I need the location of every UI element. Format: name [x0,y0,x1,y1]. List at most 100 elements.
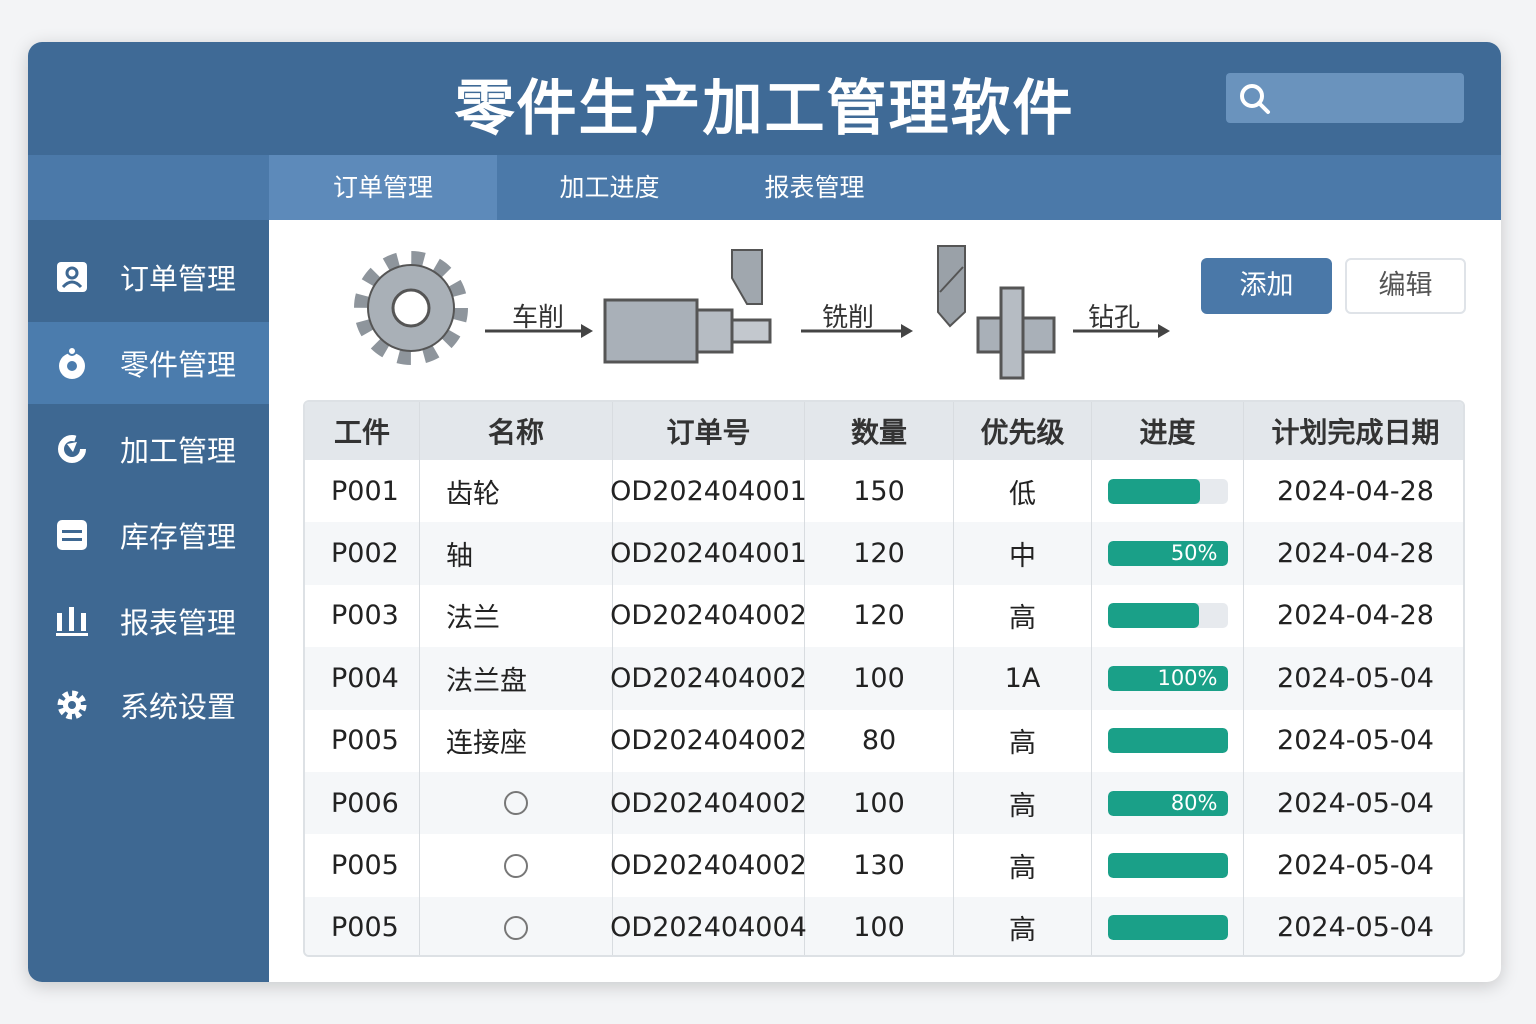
progress-cell [1092,834,1244,897]
id-cell: P004 [305,647,420,710]
column-header[interactable]: 数量 [805,402,954,460]
priority-cell: 低 [954,460,1092,523]
flange-part-icon [976,286,1056,380]
order-cell: OD202404002 [610,834,807,897]
progress-cell [1092,460,1244,523]
progress-bar [1107,853,1228,879]
column-header[interactable]: 计划完成日期 [1244,402,1463,460]
column-header[interactable]: 订单号 [613,402,805,460]
table-row[interactable]: P004 法兰盘 OD202404002 100 1A 100% 2024-05-04 [305,647,1463,710]
priority-cell: 高 [954,896,1092,955]
qty-cell: 100 [805,647,954,710]
progress-cell: 80% [1092,772,1244,835]
table-header: 工件 名称 订单号 数量 优先级 进度 计划完成日期 [305,402,1463,460]
progress-fill [1107,728,1228,754]
sidebar-item-settings[interactable]: 系统设置 [28,664,269,746]
name-cell: 轴 [420,522,613,585]
name-cell: 连接座 [420,709,613,772]
progress-bar [1107,478,1228,504]
table-row[interactable]: P001 齿轮 OD202404001 150 低 2024-04-28 [305,460,1463,523]
sidebar-item-processing[interactable]: 加工管理 [28,408,269,490]
column-header[interactable]: 工件 [305,402,420,460]
progress-fill [1107,603,1199,629]
parts-table: 工件 名称 订单号 数量 优先级 进度 计划完成日期 P001 齿轮 OD202404001 15… [303,400,1465,957]
id-cell: P003 [305,584,420,648]
table-row[interactable]: P005 OD202404004 100 高 2024-05-04 [305,896,1463,955]
circle-icon [504,915,528,940]
id-cell: P005 [305,834,420,897]
priority-cell: 高 [954,709,1092,772]
order-cell: OD202404002 [610,584,807,648]
circle-icon [504,853,528,878]
sidebar-item-inventory[interactable]: 库存管理 [28,494,269,576]
priority-cell: 高 [954,834,1092,897]
sidebar-item-label: 加工管理 [120,434,237,468]
qty-cell: 80 [805,709,954,772]
qty-cell: 150 [805,460,954,523]
date-cell: 2024-04-28 [1277,475,1434,507]
progress-fill [1107,915,1228,941]
progress-cell: 50% [1092,522,1244,585]
gear-blank-icon [354,251,468,365]
process-cycle-icon [54,431,90,467]
priority-cell: 高 [954,772,1092,835]
order-cell: OD202404004 [610,896,807,955]
progress-cell [1092,709,1244,772]
name-cell: 法兰盘 [420,647,613,710]
date-cell: 2024-05-04 [1277,725,1434,757]
date-cell: 2024-05-04 [1277,662,1434,694]
column-header[interactable]: 进度 [1092,402,1244,460]
qty-cell: 130 [805,834,954,897]
order-cell: OD202404001 [610,522,807,585]
qty-cell: 100 [805,772,954,835]
qty-cell: 120 [805,522,954,585]
date-cell: 2024-04-28 [1277,600,1434,632]
progress-fill [1107,478,1200,504]
date-cell: 2024-04-28 [1277,538,1434,570]
order-cell: OD202404001 [610,460,807,523]
sidebar-item-reports[interactable]: 报表管理 [28,580,269,662]
priority-cell: 高 [954,584,1092,648]
progress-bar [1107,603,1228,629]
table-row[interactable]: P003 法兰 OD202404002 120 高 2024-04-28 [305,584,1463,648]
progress-label: 80% [1170,790,1218,815]
step-label-drilling: 钻孔 [1088,303,1141,333]
name-cell: 齿轮 [420,460,613,523]
progress-bar: 80% [1107,790,1228,816]
id-cell: P006 [305,772,420,835]
step-label-turning: 车削 [512,303,565,333]
id-cell: P001 [305,460,420,523]
date-cell: 2024-05-04 [1277,850,1434,882]
progress-bar [1107,728,1228,754]
name-cell [420,896,613,955]
process-diagram [354,245,1170,380]
table-row[interactable]: P002 轴 OD202404001 120 中 50% 2024-04-28 [305,522,1463,585]
table-row[interactable]: P006 OD202404002 100 高 80% 2024-05-04 [305,772,1463,835]
table-row[interactable]: P005 连接座 OD202404002 80 高 2024-05-04 [305,709,1463,772]
id-cell: P005 [305,709,420,772]
progress-cell: 100% [1092,647,1244,710]
table-row[interactable]: P005 OD202404002 130 高 2024-05-04 [305,834,1463,897]
progress-bar [1107,915,1228,941]
add-button[interactable]: 添加 [1201,258,1332,314]
turning-workpiece-icon [603,249,772,364]
qty-cell: 120 [805,584,954,648]
bar-chart-icon [54,603,90,639]
qty-cell: 100 [805,896,954,955]
step-label-milling: 铣削 [822,303,875,333]
edit-button[interactable]: 编辑 [1345,258,1466,314]
gear-icon [54,687,90,723]
column-header[interactable]: 名称 [420,402,613,460]
name-cell [420,772,613,835]
order-cell: OD202404002 [610,772,807,835]
order-cell: OD202404002 [610,647,807,710]
column-header[interactable]: 优先级 [954,402,1092,460]
name-cell [420,834,613,897]
sidebar-item-label: 报表管理 [120,606,237,640]
progress-cell [1092,584,1244,648]
sidebar-item-label: 库存管理 [120,520,237,554]
order-cell: OD202404002 [610,709,807,772]
sidebar-item-label: 系统设置 [120,690,237,724]
circle-icon [504,791,528,816]
date-cell: 2024-05-04 [1277,787,1434,819]
